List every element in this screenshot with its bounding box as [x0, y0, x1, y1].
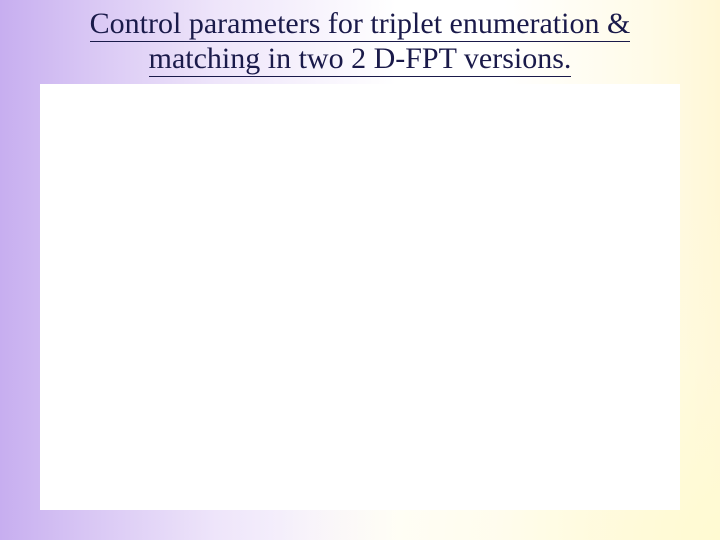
title-line-2: matching in two 2 D-FPT versions. [149, 42, 572, 77]
slide: Control parameters for triplet enumerati… [0, 0, 720, 540]
slide-title: Control parameters for triplet enumerati… [0, 6, 720, 77]
title-line-1: Control parameters for triplet enumerati… [90, 7, 631, 42]
content-placeholder [40, 84, 680, 510]
